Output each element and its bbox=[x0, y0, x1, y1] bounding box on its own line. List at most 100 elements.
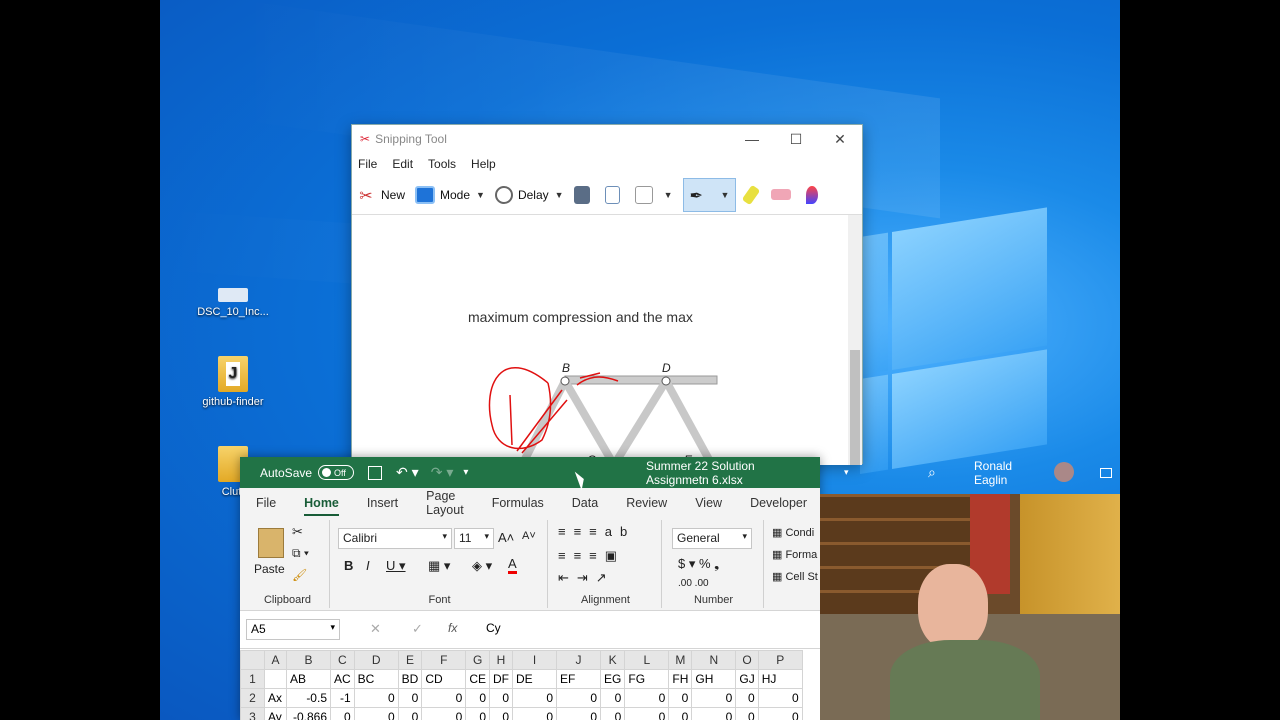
cut-icon[interactable]: ✂ bbox=[292, 524, 303, 540]
vertical-align-icons[interactable]: ≡≡≡ab bbox=[558, 524, 635, 539]
vertical-scrollbar[interactable] bbox=[848, 215, 862, 465]
cell[interactable]: 0 bbox=[757, 688, 803, 708]
customize-qat-icon[interactable]: ▾ bbox=[463, 467, 468, 478]
cell[interactable]: 0 bbox=[353, 688, 399, 708]
tab-home[interactable]: Home bbox=[304, 496, 339, 516]
column-header[interactable]: B bbox=[286, 650, 331, 670]
horizontal-align-icons[interactable]: ≡≡≡▣ bbox=[558, 548, 625, 564]
save-icon[interactable] bbox=[368, 465, 383, 480]
cell[interactable]: 0 bbox=[421, 688, 467, 708]
column-header[interactable]: P bbox=[757, 650, 803, 670]
cell[interactable]: AC bbox=[330, 669, 355, 689]
row-header[interactable]: 3 bbox=[240, 707, 265, 720]
tab-formulas[interactable]: Formulas bbox=[492, 496, 544, 510]
avatar[interactable] bbox=[1054, 462, 1074, 482]
column-header[interactable]: O bbox=[735, 650, 759, 670]
column-header[interactable]: H bbox=[489, 650, 514, 670]
cell[interactable]: Ax bbox=[264, 688, 287, 708]
cell[interactable]: 0 bbox=[668, 688, 693, 708]
grow-font-icon[interactable]: A˄ bbox=[498, 530, 514, 545]
format-painter-icon[interactable]: 🖌 bbox=[292, 568, 307, 582]
cell[interactable]: 0 bbox=[465, 688, 491, 708]
cell[interactable]: GJ bbox=[735, 669, 759, 689]
paint3d-button[interactable] bbox=[806, 185, 823, 204]
tab-view[interactable]: View bbox=[695, 496, 722, 510]
cell[interactable]: 0 bbox=[757, 707, 803, 720]
cell[interactable]: 0 bbox=[397, 707, 423, 720]
cell[interactable]: 0 bbox=[600, 688, 626, 708]
menu-help[interactable]: Help bbox=[471, 157, 496, 171]
column-header[interactable]: C bbox=[330, 650, 355, 670]
italic-button[interactable]: I bbox=[366, 558, 370, 573]
name-box[interactable]: A5 ▾ bbox=[246, 619, 340, 640]
tab-data[interactable]: Data bbox=[572, 496, 598, 510]
cell[interactable]: 0 bbox=[600, 707, 626, 720]
cell[interactable]: 0 bbox=[330, 707, 355, 720]
column-header[interactable]: A bbox=[264, 650, 287, 670]
eraser-button[interactable] bbox=[771, 189, 796, 200]
tab-developer[interactable]: Developer bbox=[750, 496, 807, 510]
minimize-button[interactable]: — bbox=[730, 131, 774, 148]
cell[interactable]: 0 bbox=[668, 707, 693, 720]
cell[interactable]: 0 bbox=[512, 707, 558, 720]
cell[interactable]: FG bbox=[624, 669, 670, 689]
new-snip-button[interactable]: ✂ New bbox=[356, 186, 405, 205]
cell[interactable]: 0 bbox=[353, 707, 399, 720]
cell[interactable]: 0 bbox=[489, 688, 514, 708]
autosave-toggle[interactable]: Off bbox=[318, 465, 355, 480]
desktop-icon-github-finder[interactable]: J github-finder bbox=[193, 356, 273, 408]
copy-icon[interactable]: ⧉ ▾ bbox=[292, 546, 309, 561]
cell[interactable]: 0 bbox=[465, 707, 491, 720]
column-header[interactable]: E bbox=[397, 650, 423, 670]
column-header[interactable]: D bbox=[353, 650, 399, 670]
workbook-title[interactable]: Summer 22 Solution Assignmetn 6.xlsx bbox=[646, 459, 820, 487]
cell-styles-button[interactable]: ▦ Cell St bbox=[772, 570, 818, 583]
formula-input[interactable]: Cy bbox=[486, 621, 501, 635]
send-button[interactable]: ▼ bbox=[634, 185, 673, 204]
tab-file[interactable]: File bbox=[256, 496, 276, 510]
cell[interactable]: 0 bbox=[735, 688, 759, 708]
indent-icons[interactable]: ⇤⇥↗ bbox=[558, 570, 615, 586]
delay-button[interactable]: Delay ▼ bbox=[494, 185, 564, 204]
tab-page-layout[interactable]: Page Layout bbox=[426, 489, 464, 517]
function-icon[interactable]: fx bbox=[448, 621, 457, 635]
fill-color-icon[interactable]: ◈ ▾ bbox=[472, 558, 492, 574]
shrink-font-icon[interactable]: A˅ bbox=[522, 530, 536, 542]
cell[interactable]: DE bbox=[512, 669, 558, 689]
cell[interactable]: DF bbox=[489, 669, 514, 689]
menu-edit[interactable]: Edit bbox=[392, 157, 413, 171]
menu-tools[interactable]: Tools bbox=[428, 157, 456, 171]
pen-button[interactable]: ✒ ▼ bbox=[682, 177, 737, 212]
cell[interactable]: -0.5 bbox=[286, 688, 331, 708]
number-format-select[interactable]: General ▾ bbox=[672, 528, 752, 549]
column-header[interactable]: M bbox=[668, 650, 693, 670]
cell[interactable]: 0 bbox=[556, 688, 602, 708]
cell[interactable]: GH bbox=[691, 669, 737, 689]
cell[interactable]: HJ bbox=[757, 669, 803, 689]
decimal-icons[interactable]: .00 .00 bbox=[678, 578, 709, 589]
row-header[interactable]: 1 bbox=[240, 669, 265, 689]
bold-button[interactable]: B bbox=[344, 558, 353, 573]
search-icon[interactable]: ⌕ bbox=[928, 464, 936, 481]
font-color-icon[interactable]: A bbox=[508, 556, 517, 574]
cell[interactable]: CD bbox=[421, 669, 467, 689]
maximize-button[interactable]: ☐ bbox=[774, 131, 818, 148]
paste-button[interactable]: Paste bbox=[254, 562, 285, 576]
column-header[interactable]: G bbox=[465, 650, 491, 670]
font-name-select[interactable]: Calibri ▾ bbox=[338, 528, 452, 549]
cell[interactable]: 0 bbox=[397, 688, 423, 708]
font-size-select[interactable]: 11 ▾ bbox=[454, 528, 494, 549]
column-header[interactable]: I bbox=[512, 650, 558, 670]
cell[interactable]: 0 bbox=[556, 707, 602, 720]
column-header[interactable]: J bbox=[556, 650, 602, 670]
cell[interactable]: 0 bbox=[624, 688, 670, 708]
column-header[interactable]: L bbox=[624, 650, 670, 670]
highlighter-button[interactable] bbox=[742, 184, 761, 205]
cell[interactable]: EG bbox=[600, 669, 626, 689]
cell[interactable]: 0 bbox=[421, 707, 467, 720]
cell[interactable]: BD bbox=[397, 669, 423, 689]
format-as-table-button[interactable]: ▦ Forma bbox=[772, 548, 817, 561]
currency-icon[interactable]: $ ▾ % ❟ bbox=[678, 556, 719, 572]
menu-file[interactable]: File bbox=[358, 157, 377, 171]
cell[interactable]: 0 bbox=[489, 707, 514, 720]
